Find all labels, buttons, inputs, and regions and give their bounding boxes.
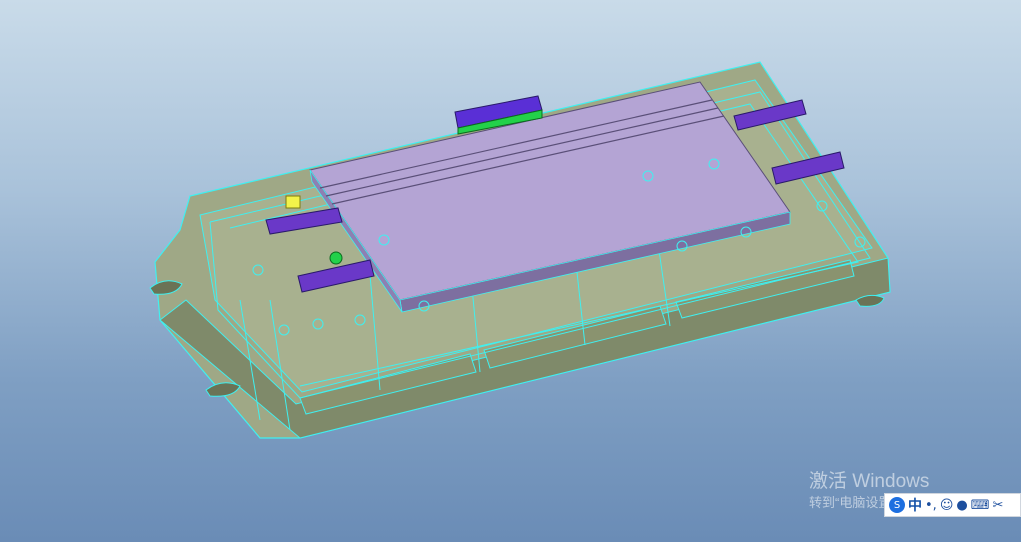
keyboard-icon[interactable]: ⌨ (971, 496, 990, 514)
emoji-icon[interactable]: ☺ (940, 496, 954, 514)
punctuation-icon[interactable]: •, (925, 496, 937, 514)
watermark-title: 激活 Windows (809, 471, 930, 492)
fixture-model-render[interactable] (0, 0, 1021, 542)
tools-icon[interactable]: ✂ (992, 496, 1003, 514)
voice-icon[interactable]: ● (956, 496, 967, 514)
3d-model-viewport[interactable] (0, 0, 1021, 542)
ime-logo-icon[interactable]: S (889, 497, 905, 513)
ime-language-toggle[interactable]: 中 (908, 496, 922, 514)
ime-toolbar[interactable]: S 中 •, ☺ ● ⌨ ✂ (884, 493, 1021, 517)
